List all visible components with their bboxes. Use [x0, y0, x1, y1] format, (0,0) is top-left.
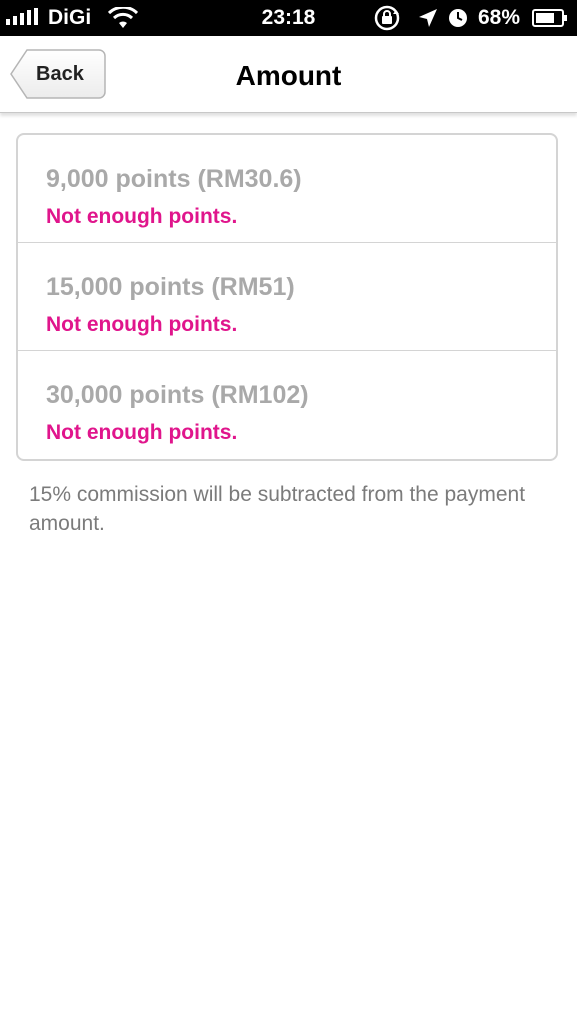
amount-option-15000[interactable]: 15,000 points (RM51) Not enough points. [18, 243, 556, 351]
alarm-icon [447, 0, 469, 36]
option-status: Not enough points. [46, 313, 238, 336]
commission-note: 15% commission will be subtracted from t… [29, 483, 526, 535]
amount-options-list: 9,000 points (RM30.6) Not enough points.… [16, 133, 558, 461]
back-button[interactable]: Back [10, 49, 106, 99]
rotation-lock-icon [372, 0, 402, 36]
status-bar: DiGi 23:18 68% [0, 0, 577, 36]
amount-option-9000[interactable]: 9,000 points (RM30.6) Not enough points. [18, 135, 556, 243]
option-label: 30,000 points (RM102) [46, 381, 309, 409]
battery-percent: 68% [478, 6, 521, 29]
navigation-bar: Amount Back [0, 36, 577, 113]
option-label: 9,000 points (RM30.6) [46, 165, 302, 193]
location-icon [417, 0, 439, 36]
option-label: 15,000 points (RM51) [46, 273, 295, 301]
battery-icon [532, 0, 568, 36]
option-status: Not enough points. [46, 205, 238, 228]
option-status: Not enough points. [46, 421, 238, 444]
amount-option-30000[interactable]: 30,000 points (RM102) Not enough points. [18, 351, 556, 459]
back-button-label: Back [36, 63, 84, 85]
